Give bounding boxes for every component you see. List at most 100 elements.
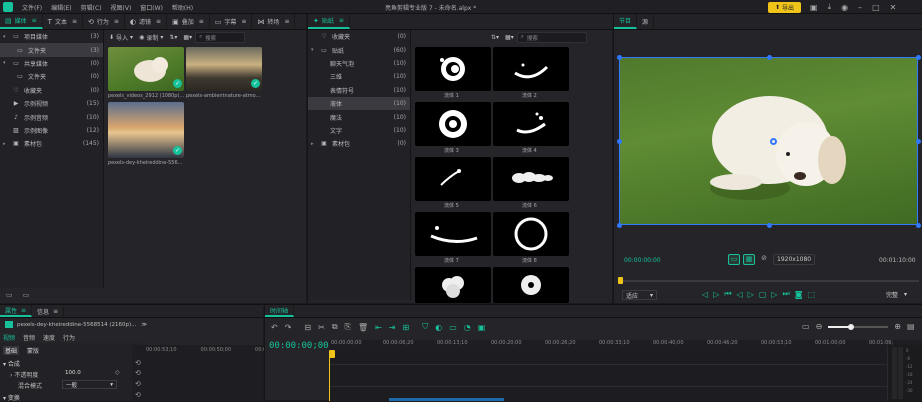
playhead-handle[interactable] — [329, 350, 335, 358]
undo-icon[interactable]: ↶ — [271, 323, 278, 332]
sort-button[interactable]: ⇅ ▾ — [166, 32, 180, 44]
sticker-fluid-1[interactable] — [415, 47, 491, 91]
paste-icon[interactable]: ⎘ — [345, 322, 351, 332]
speed-icon[interactable]: ◔ — [464, 323, 471, 332]
safe-zone-icon[interactable]: ▭ — [728, 254, 740, 265]
sticker-fluid-7[interactable] — [415, 212, 491, 256]
sort-button[interactable]: ⇅ ▾ — [488, 32, 502, 44]
blend-mode-select[interactable]: 一般 ▾ — [62, 380, 117, 389]
sticker-fluid-2[interactable] — [493, 47, 569, 91]
folder-icon[interactable]: ▭ — [23, 291, 30, 299]
minimize-icon[interactable]: – — [858, 3, 862, 12]
section-mask[interactable]: 蒙版 — [27, 346, 39, 355]
reset-icon[interactable]: ⟲ — [135, 369, 141, 377]
crop-icon[interactable]: ⊘ — [758, 254, 770, 265]
export-frame-icon[interactable]: ⬚ — [808, 290, 816, 299]
timeline-settings-icon[interactable]: ▤ — [907, 322, 915, 331]
split-icon[interactable]: ⊟ — [304, 323, 311, 332]
resolution-select[interactable]: 1920x1080 — [773, 254, 816, 265]
redo-icon[interactable]: ↷ — [285, 323, 292, 332]
tab-timeline[interactable]: 时间轴 — [265, 305, 295, 317]
sticker-fluid-6[interactable] — [493, 157, 569, 201]
preview-scrubber[interactable] — [618, 277, 919, 284]
zoom-out-icon[interactable]: ⊖ — [816, 322, 823, 331]
media-thumb-puppy[interactable]: ✓ — [108, 47, 184, 91]
expand-icon[interactable]: ≫ — [141, 322, 147, 328]
media-thumb-lake[interactable]: ✓ — [186, 47, 262, 91]
tree-item-chat-bubble[interactable]: 聊天气泡 (10) — [308, 57, 410, 70]
grid-icon[interactable]: ▦ — [743, 254, 755, 265]
tree-item-shared-media[interactable]: ▾ ▭ 共享媒体 (0) — [0, 57, 103, 70]
group-transform[interactable]: ▾ 变换 — [3, 393, 20, 402]
resize-handle[interactable] — [617, 223, 622, 228]
subtab-video[interactable]: 视频 — [3, 333, 15, 342]
menu-clip[interactable]: 剪辑(C) — [81, 3, 102, 12]
tab-media[interactable]: ▤ 媒体 ≡ — [0, 14, 43, 29]
zoom-in-icon[interactable]: ⊕ — [894, 322, 901, 331]
sticker-search-input[interactable]: ⌕ 搜索 — [516, 32, 587, 43]
maximize-icon[interactable]: □ — [872, 3, 880, 12]
mask-icon[interactable]: ◐ — [435, 323, 442, 332]
tab-info[interactable]: 信息 ≡ — [32, 305, 65, 317]
zoom-slider[interactable] — [828, 323, 889, 330]
sticker-fluid-10[interactable] — [493, 267, 569, 303]
tree-item-magic[interactable]: 魔法 (10) — [308, 110, 410, 123]
tree-item-shared-folder[interactable]: ▭ 文件夹 (0) — [0, 70, 103, 83]
frame-back-icon[interactable]: ◁ — [737, 290, 743, 299]
tree-item-asset-pack[interactable]: ▸ ▣ 素材包 (145) — [0, 137, 103, 150]
account-icon[interactable]: ◉ — [841, 3, 848, 12]
frame-forward-icon[interactable]: ▷ — [771, 290, 777, 299]
copy-icon[interactable]: ⧉ — [332, 322, 338, 332]
tree-item-sample-image[interactable]: ▨ 示例图像 (12) — [0, 124, 103, 137]
resize-handle[interactable] — [767, 223, 772, 228]
menu-help[interactable]: 帮助(H) — [172, 3, 193, 12]
trim-start-icon[interactable]: ⇤ — [375, 323, 382, 332]
marker-icon[interactable]: ⛉ — [422, 322, 428, 332]
reset-icon[interactable]: ⟲ — [135, 359, 141, 367]
subtab-behavior[interactable]: 行为 — [63, 333, 75, 342]
stop-icon[interactable]: ▢ — [759, 290, 767, 299]
tab-text[interactable]: T 文本 ≡ — [43, 14, 83, 29]
step-forward-icon[interactable]: ⏭ — [783, 289, 790, 299]
sticker-fluid-4[interactable] — [493, 102, 569, 146]
resize-handle[interactable] — [916, 55, 921, 60]
resize-handle[interactable] — [916, 139, 921, 144]
new-folder-icon[interactable]: ▭ — [6, 291, 13, 299]
close-icon[interactable]: ✕ — [890, 3, 897, 12]
cut-icon[interactable]: ✂ — [318, 323, 325, 332]
tab-source[interactable]: 源 — [637, 14, 655, 29]
snapshot-icon[interactable]: ◙ — [795, 290, 803, 299]
play-icon[interactable]: ▷ — [748, 290, 754, 299]
quality-select[interactable]: 完整 ▾ — [886, 290, 907, 299]
tab-sticker[interactable]: ✦ 贴纸 ≡ — [308, 14, 350, 29]
sticker-fluid-9[interactable] — [415, 267, 491, 303]
mark-out-icon[interactable]: ▷ — [713, 290, 719, 299]
view-button[interactable]: ▦ ▾ — [502, 32, 517, 44]
fit-select[interactable]: 适应 ▾ — [622, 290, 658, 300]
tree-item-project-media[interactable]: ▾ ▭ 项目媒体 (3) — [0, 30, 103, 43]
tree-item-favorites[interactable]: ♡ 收藏夹 (0) — [308, 30, 410, 43]
tab-filter[interactable]: ◐ 滤镜 ≡ — [125, 14, 168, 29]
tree-item-stickers[interactable]: ▾ ▭ 贴纸 (60) — [308, 43, 410, 56]
menu-file[interactable]: 文件(F) — [22, 3, 42, 12]
anchor-point[interactable] — [770, 138, 777, 145]
subtab-audio[interactable]: 音频 — [23, 333, 35, 342]
mark-in-icon[interactable]: ◁ — [702, 290, 708, 299]
menu-window[interactable]: 窗口(W) — [140, 3, 163, 12]
resize-handle[interactable] — [617, 139, 622, 144]
record-button[interactable]: ◉ 录制 ▾ — [136, 32, 166, 44]
tree-item-asset-pack[interactable]: ▸ ▣ 素材包 (0) — [308, 137, 410, 150]
tree-item-folder[interactable]: ▭ 文件夹 (3) — [0, 43, 103, 57]
tree-item-favorites[interactable]: ♡ 收藏夹 (0) — [0, 84, 103, 97]
tree-item-text[interactable]: 文字 (10) — [308, 124, 410, 137]
media-search-input[interactable]: ⌕ 搜索 — [195, 32, 246, 43]
view-button[interactable]: ▦ ▾ — [180, 32, 195, 44]
resize-handle[interactable] — [767, 55, 772, 60]
tree-item-liquid[interactable]: 液体 (10) — [308, 96, 410, 111]
keyframe-icon[interactable]: ◇ — [115, 369, 120, 376]
menu-edit[interactable]: 编辑(E) — [51, 3, 71, 12]
fit-timeline-icon[interactable]: ▭ — [802, 322, 810, 331]
section-basic[interactable]: 基础 — [3, 346, 20, 355]
tree-item-sample-video[interactable]: ▶ 示例视频 (15) — [0, 97, 103, 110]
import-button[interactable]: ⬇ 导入 ▾ — [106, 32, 136, 44]
